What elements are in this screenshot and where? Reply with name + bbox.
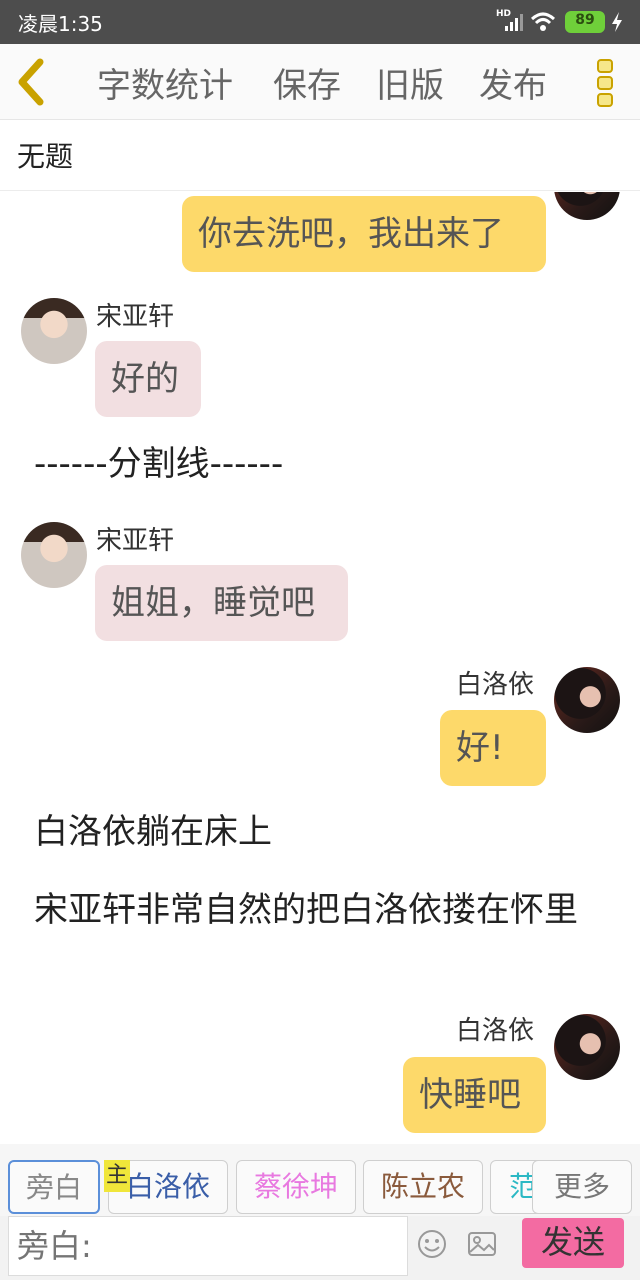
more-characters-button[interactable]: 更多 [532,1160,632,1214]
sender-name: 宋亚轩 [96,526,175,556]
signal-icon [505,14,523,31]
image-icon[interactable] [466,1228,498,1260]
chevron-left-icon[interactable] [10,54,54,110]
status-bar: 凌晨1:35 HD 89 [0,0,640,44]
publish-button[interactable]: 发布 [479,58,547,107]
character-chip-cai[interactable]: 蔡徐坤 [236,1160,356,1214]
old-version-button[interactable]: 旧版 [376,58,444,107]
chat-area[interactable]: 你去洗吧，我出来了 宋亚轩 好的 ------分割线------ 宋亚轩 姐姐，… [0,192,640,1142]
sender-name: 白洛依 [456,670,535,700]
chat-bubble[interactable]: 姐姐，睡觉吧 [95,565,348,641]
sender-name: 白洛依 [456,1016,535,1046]
main-character-badge: 主 [104,1160,130,1192]
character-chip-narrator[interactable]: 旁白 [8,1160,100,1214]
vertical-dots-icon[interactable] [594,58,618,108]
battery-level: 89 [575,12,595,28]
avatar[interactable] [554,1014,620,1080]
editor-toolbar: 字数统计 保存 旧版 发布 [0,44,640,120]
character-chip-chen[interactable]: 陈立农 [363,1160,483,1214]
chat-bubble[interactable]: 好! [440,710,546,786]
avatar[interactable] [21,522,87,588]
chat-bubble[interactable]: 好的 [95,341,201,417]
word-count-button[interactable]: 字数统计 [97,58,233,107]
charging-icon [612,12,622,32]
page-title[interactable]: 无题 [17,135,73,175]
avatar[interactable] [554,192,620,220]
chat-bubble[interactable]: 你去洗吧，我出来了 [182,196,546,272]
sender-name: 宋亚轩 [96,302,175,332]
narration-text[interactable]: 宋亚轩非常自然的把白洛依搂在怀里 [34,886,604,934]
wifi-icon [530,12,556,31]
emoji-icon[interactable] [416,1228,448,1260]
input-bar: 发送 [0,1216,640,1280]
chat-bubble[interactable]: 快睡吧 [403,1057,546,1133]
send-button[interactable]: 发送 [522,1218,624,1268]
status-time: 凌晨1:35 [18,12,103,36]
battery-icon: 89 [565,11,605,33]
avatar[interactable] [21,298,87,364]
message-input[interactable] [8,1216,408,1276]
narration-text[interactable]: ------分割线------ [34,440,283,488]
narration-text[interactable]: 白洛依躺在床上 [34,808,272,856]
avatar[interactable] [554,667,620,733]
save-button[interactable]: 保存 [273,58,341,107]
title-row[interactable]: 无题 [0,121,640,191]
